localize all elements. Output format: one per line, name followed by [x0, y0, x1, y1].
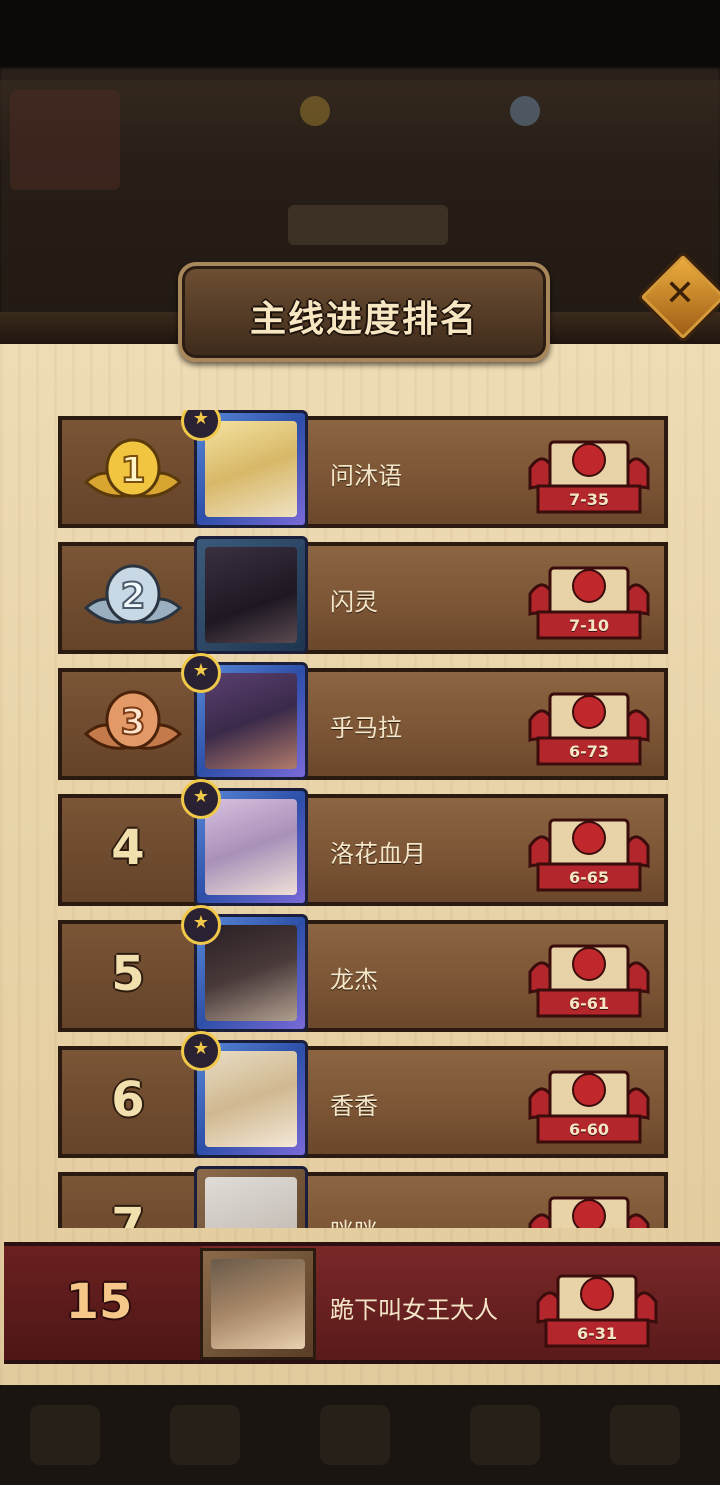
ranking-row[interactable]: 6 ★ 香香 6-60 [58, 1031, 668, 1158]
stage-progress: 7-35 [568, 490, 610, 509]
stage-progress: 6-60 [568, 1120, 610, 1139]
medal-rank-text: 3 [120, 702, 145, 743]
background-diamond-icon [510, 96, 540, 126]
rank-number: 6 [111, 1072, 145, 1128]
player-name: 闪灵 [330, 588, 378, 616]
star-badge-icon: ★ [181, 653, 221, 693]
ranking-row[interactable]: 2 闪灵 7-10 [58, 536, 668, 654]
stage-badge: 7-10 [524, 554, 654, 644]
ranking-row[interactable]: 1 ★ 问沐语 7-35 [58, 410, 668, 528]
player-avatar-frame[interactable] [194, 1166, 308, 1228]
player-avatar [205, 1051, 297, 1147]
stage-badge: 6-61 [524, 932, 654, 1022]
stage-badge: 6-73 [524, 680, 654, 770]
player-name: 香香 [330, 1092, 378, 1120]
player-avatar [205, 925, 297, 1021]
ranking-row[interactable]: 4 ★ 洛花血月 6-65 [58, 779, 668, 906]
background-nav-icon [610, 1405, 680, 1465]
player-avatar [205, 421, 297, 517]
close-icon[interactable]: ✕ [650, 264, 710, 324]
player-avatar-frame[interactable]: ★ [181, 905, 308, 1032]
star-badge-icon: ★ [181, 905, 221, 945]
stage-book-icon [528, 1196, 650, 1228]
star-badge-icon: ★ [181, 779, 221, 819]
stage-badge: 6-65 [524, 806, 654, 896]
player-name: 问沐语 [330, 462, 402, 490]
rank-number: 5 [111, 946, 145, 1002]
background-nav-icon [470, 1405, 540, 1465]
ranking-row[interactable]: 3 ★ 乎马拉 6-73 [58, 653, 668, 780]
my-avatar[interactable] [200, 1248, 316, 1360]
background-gold-icon [300, 96, 330, 126]
stage-badge: 7-35 [524, 428, 654, 518]
stage-progress: 6-61 [568, 994, 610, 1013]
stage-progress: 6-65 [568, 868, 610, 887]
player-avatar-frame[interactable]: ★ [181, 1031, 308, 1158]
gold-medal-icon: 1 [83, 438, 183, 498]
background-nav-icon [30, 1405, 100, 1465]
my-rank-number: 15 [65, 1274, 133, 1330]
player-avatar-frame[interactable]: ★ [181, 653, 308, 780]
medal-rank-text: 2 [120, 576, 145, 617]
my-stage-badge: 6-31 [532, 1262, 662, 1352]
player-name: 乎马拉 [330, 714, 402, 742]
player-name: 咪咪 [330, 1212, 378, 1228]
player-avatar [205, 547, 297, 643]
title-plaque: 主线进度排名 [178, 262, 550, 362]
rank-number: 4 [111, 820, 145, 876]
silver-medal-icon: 2 [83, 564, 183, 624]
player-name: 龙杰 [330, 966, 378, 994]
player-avatar-frame[interactable] [194, 536, 308, 654]
background-title [288, 205, 448, 245]
my-player-name: 跪下叫女王大人 [330, 1296, 498, 1324]
star-badge-icon: ★ [181, 1031, 221, 1071]
background-player-avatar [10, 90, 120, 190]
my-ranking-row[interactable]: 15 跪下叫女王大人 6-31 [4, 1242, 720, 1364]
player-avatar [205, 1177, 297, 1228]
background-nav-icon [320, 1405, 390, 1465]
my-stage-progress: 6-31 [576, 1324, 618, 1343]
stage-progress: 7-10 [568, 616, 610, 635]
ranking-row[interactable]: 5 ★ 龙杰 6-61 [58, 905, 668, 1032]
medal-rank-text: 1 [120, 450, 145, 491]
player-avatar [205, 673, 297, 769]
rank-number: 7 [111, 1198, 145, 1228]
player-avatar [205, 799, 297, 895]
bronze-medal-icon: 3 [83, 690, 183, 750]
my-avatar-image [211, 1259, 305, 1349]
background-nav-icon [170, 1405, 240, 1465]
ranking-list[interactable]: 1 ★ 问沐语 7-35 2 闪灵 7-10 3 ★ 乎马拉 6-73 4 ★ … [0, 410, 720, 1228]
panel-header: 主线进度排名 [0, 262, 720, 362]
panel-title: 主线进度排名 [249, 299, 478, 340]
player-avatar-frame[interactable]: ★ [181, 779, 308, 906]
player-name: 洛花血月 [330, 840, 426, 868]
stage-progress: 6-73 [568, 742, 610, 761]
player-avatar-frame[interactable]: ★ [181, 410, 308, 528]
stage-badge: 6-60 [524, 1058, 654, 1148]
ranking-row[interactable]: 7 咪咪 [58, 1166, 668, 1228]
